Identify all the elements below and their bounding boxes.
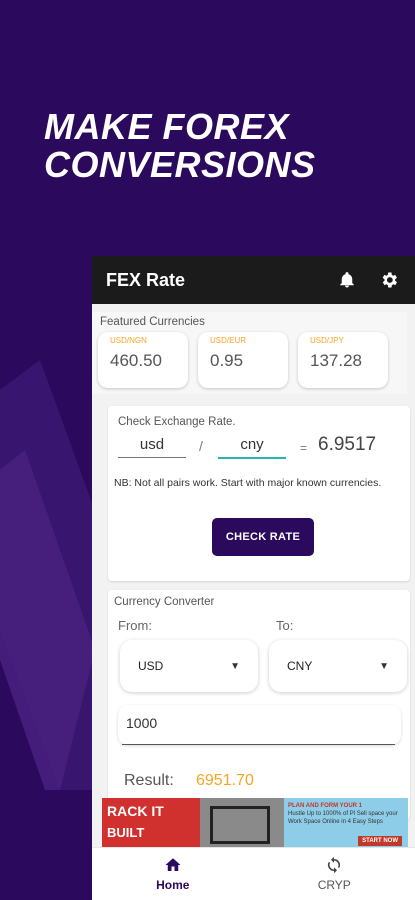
ad-headline: PLAN AND FORM YOUR 1 bbox=[288, 803, 363, 809]
currency-pair: USD/JPY bbox=[310, 336, 344, 345]
bottom-navigation: Home CRYP bbox=[92, 847, 415, 900]
currency-card[interactable]: USD/EUR 0.95 bbox=[198, 332, 288, 388]
ad-copy: PLAN AND FORM YOUR 1 Hustle Up to 1000% … bbox=[284, 798, 408, 850]
pairs-note: NB: Not all pairs work. Start with major… bbox=[114, 477, 382, 489]
ad-brand-line-1: RACK IT bbox=[107, 803, 164, 819]
currency-pair: USD/EUR bbox=[210, 336, 247, 345]
caret-down-icon: ▼ bbox=[379, 660, 389, 672]
to-currency-dropdown[interactable]: CNY ▼ bbox=[269, 640, 407, 692]
ad-description: Hustle Up to 1000% of Pl Sell space your… bbox=[288, 811, 398, 825]
currency-value: 0.95 bbox=[210, 351, 244, 370]
to-label: To: bbox=[276, 618, 294, 633]
result-label: Result: bbox=[124, 772, 174, 789]
currency-card[interactable]: USD/JPY 137.28 bbox=[298, 332, 388, 388]
gear-icon[interactable] bbox=[373, 264, 405, 296]
featured-label: Featured Currencies bbox=[100, 316, 205, 328]
app-title: FEX Rate bbox=[106, 269, 186, 290]
rack-graphic bbox=[210, 806, 270, 844]
bell-icon[interactable] bbox=[331, 264, 363, 296]
rate-value: 6.9517 bbox=[318, 434, 377, 455]
nav-cryp-label: CRYP bbox=[317, 878, 351, 892]
nav-home[interactable]: Home bbox=[92, 848, 254, 900]
from-currency-dropdown[interactable]: USD ▼ bbox=[120, 640, 258, 692]
from-label: From: bbox=[118, 618, 152, 633]
hero-line-2: CONVERSIONS bbox=[44, 144, 316, 185]
currency-value: 137.28 bbox=[310, 351, 362, 370]
result-value: 6951.70 bbox=[196, 772, 254, 789]
sync-icon bbox=[328, 856, 341, 874]
ad-brand-line-2: BUILT bbox=[107, 825, 145, 840]
ad-brand: RACK IT BUILT bbox=[102, 798, 200, 850]
amount-input[interactable]: 1000 bbox=[118, 705, 401, 745]
nav-home-label: Home bbox=[156, 878, 190, 892]
currency-converter-card: Currency Converter From: To: USD ▼ CNY ▼… bbox=[108, 590, 410, 820]
hero-line-1: MAKE FOREX bbox=[44, 106, 290, 147]
amount-underline bbox=[122, 744, 395, 745]
check-rate-card: Check Exchange Rate. usd / cny = 6.9517 … bbox=[108, 406, 410, 581]
equals-sign: = bbox=[300, 441, 308, 455]
app-screen: FEX Rate Featured Currencies USD/NGN 460… bbox=[92, 256, 415, 900]
to-currency-value: CNY bbox=[287, 659, 313, 673]
ad-banner[interactable]: RACK IT BUILT PLAN AND FORM YOUR 1 Hustl… bbox=[102, 798, 408, 850]
from-currency-input[interactable]: usd bbox=[118, 436, 186, 458]
check-rate-label: Check Exchange Rate. bbox=[118, 416, 236, 428]
hero-heading: MAKE FOREX CONVERSIONS bbox=[44, 108, 316, 184]
currency-value: 460.50 bbox=[110, 351, 162, 370]
featured-currencies: Featured Currencies USD/NGN 460.50 USD/E… bbox=[92, 312, 407, 394]
from-currency-value: USD bbox=[138, 659, 164, 673]
check-rate-button[interactable]: CHECK RATE bbox=[212, 518, 314, 556]
ad-image bbox=[200, 798, 284, 850]
app-bar: FEX Rate bbox=[92, 256, 415, 304]
pair-separator: / bbox=[199, 438, 203, 454]
nav-cryp[interactable]: CRYP bbox=[254, 848, 415, 900]
currency-card[interactable]: USD/NGN 460.50 bbox=[98, 332, 188, 388]
caret-down-icon: ▼ bbox=[230, 660, 240, 672]
currency-pair: USD/NGN bbox=[110, 336, 147, 345]
home-icon bbox=[165, 858, 181, 871]
to-currency-input[interactable]: cny bbox=[218, 436, 286, 459]
ad-cta-button[interactable]: START NOW bbox=[358, 836, 402, 846]
converter-label: Currency Converter bbox=[114, 596, 215, 608]
amount-value: 1000 bbox=[126, 715, 158, 731]
